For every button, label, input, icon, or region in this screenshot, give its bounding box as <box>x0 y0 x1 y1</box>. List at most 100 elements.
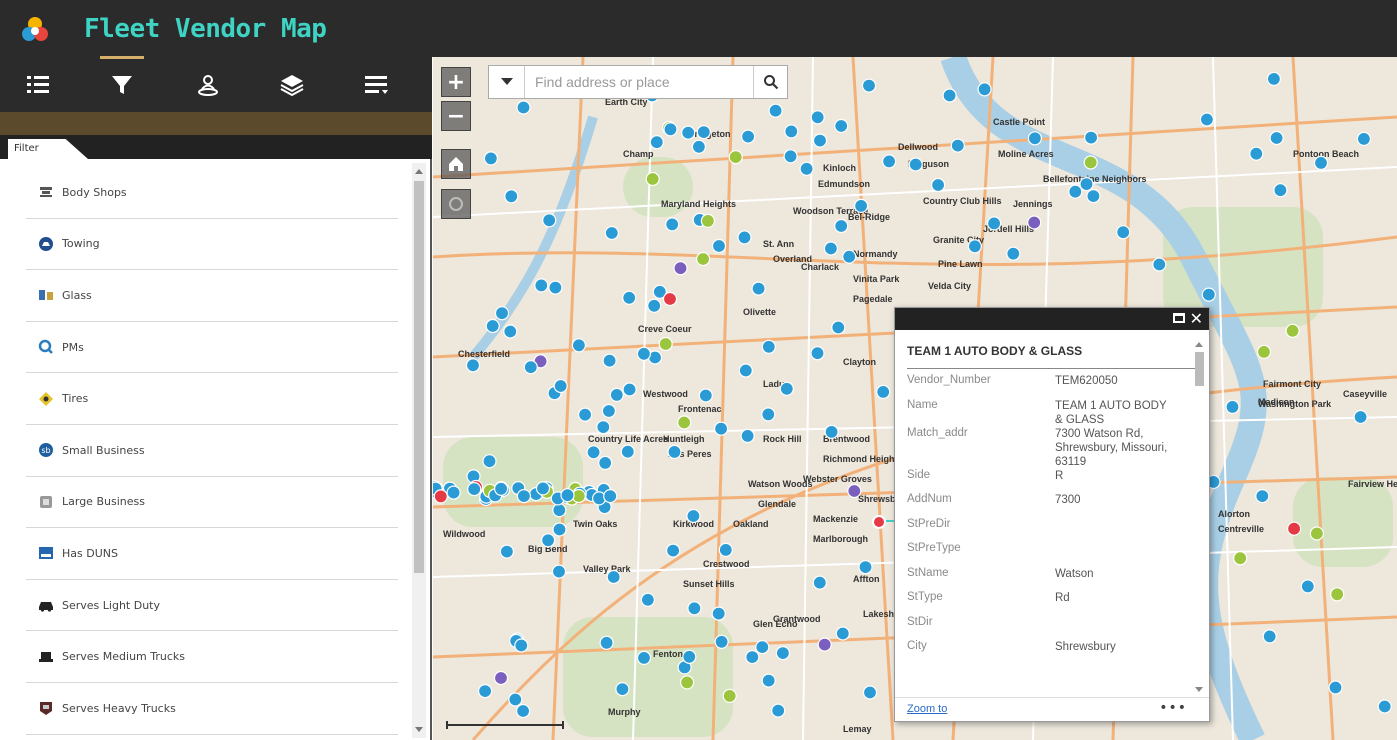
attribute-key: Name <box>907 398 938 411</box>
attribute-value: Rd <box>1055 592 1070 604</box>
zoom-to-link[interactable]: Zoom to <box>907 703 947 715</box>
vendor-marker <box>508 692 523 707</box>
filter-item-label: Large Business <box>62 495 145 509</box>
filter-item-serves-medium-trucks[interactable]: Serves Medium Trucks <box>26 631 398 683</box>
vendor-marker <box>1199 112 1215 127</box>
attribute-row: City Shrewsbury <box>907 640 1177 665</box>
search-source-dropdown[interactable] <box>489 66 525 98</box>
popup-scrollbar[interactable] <box>1193 336 1205 694</box>
vendor-marker <box>560 488 575 503</box>
pm-icon <box>38 339 54 355</box>
vendor-marker <box>740 428 755 443</box>
place-label: Mackenzie <box>813 514 858 524</box>
selected-vendor-marker[interactable] <box>872 515 886 529</box>
close-icon[interactable]: ✕ <box>1190 309 1203 328</box>
legend-button[interactable] <box>8 57 68 112</box>
filter-item-glass[interactable]: Glass <box>26 270 398 322</box>
vendor-marker <box>686 508 701 524</box>
layers-button[interactable] <box>262 57 322 112</box>
locate-button[interactable] <box>441 189 471 219</box>
vendor-marker <box>775 645 790 661</box>
vendor-marker <box>1083 155 1098 170</box>
vendor-marker <box>761 407 776 422</box>
search-button[interactable] <box>753 66 787 98</box>
place-label: Dellwood <box>898 142 938 152</box>
maximize-icon[interactable] <box>1173 313 1185 323</box>
place-label: Caseyville <box>1343 389 1387 399</box>
home-button[interactable] <box>441 149 471 179</box>
vendor-marker <box>779 381 794 396</box>
filter-item-has-duns[interactable]: Has DUNS <box>26 528 398 580</box>
place-label: Valley Park <box>583 564 632 574</box>
filter-item-serves-light-duty[interactable]: Serves Light Duty <box>26 580 398 632</box>
place-label: Watson Woods <box>748 479 813 489</box>
vendor-marker <box>1353 409 1368 425</box>
place-label: Alorton <box>1218 509 1250 519</box>
tab-filter[interactable]: Filter <box>8 139 88 159</box>
filter-item-tires[interactable]: Tires <box>26 373 398 425</box>
filter-item-pms[interactable]: PMs <box>26 322 398 374</box>
place-label: Kinloch <box>823 163 856 173</box>
more-actions-icon[interactable]: ••• <box>1159 700 1187 716</box>
vendor-marker <box>711 606 726 621</box>
people-pin-icon <box>198 74 218 96</box>
vendor-marker <box>1083 130 1099 145</box>
filter-item-small-business[interactable]: sb Small Business <box>26 425 398 477</box>
place-label: Glen Echo <box>753 619 798 629</box>
attribute-value <box>1055 542 1177 567</box>
caret-down-icon <box>500 78 513 85</box>
filter-item-large-business[interactable]: Large Business <box>26 477 398 529</box>
attribute-row: StType Rd <box>907 591 1177 616</box>
vendor-marker <box>662 291 678 307</box>
vendor-marker <box>601 403 616 419</box>
vendor-marker <box>1027 215 1042 230</box>
menu-button[interactable] <box>346 57 406 112</box>
vendor-marker <box>504 189 519 204</box>
zoom-out-button[interactable]: − <box>441 101 471 131</box>
filter-item-body-shops[interactable]: Body Shops <box>26 167 398 219</box>
scale-bar <box>446 721 564 729</box>
vendor-marker <box>1269 130 1284 146</box>
scroll-thumb[interactable] <box>414 181 424 573</box>
scroll-down-icon[interactable] <box>415 727 423 732</box>
attribute-row: StDir <box>907 616 1177 641</box>
vendor-marker <box>823 241 838 256</box>
popup-scroll-thumb[interactable] <box>1195 352 1204 386</box>
towing-icon <box>38 236 54 252</box>
vendor-marker <box>1273 183 1288 198</box>
popup-scroll-down-icon[interactable] <box>1195 687 1203 692</box>
glass-icon <box>38 287 54 303</box>
popup-titlebar: ✕ <box>895 308 1209 330</box>
vendor-marker <box>714 421 729 436</box>
vendor-marker <box>718 542 733 557</box>
filter-item-towing[interactable]: Towing <box>26 219 398 271</box>
zoom-in-button[interactable]: + <box>441 67 471 97</box>
vendor-marker <box>687 601 702 616</box>
place-label: Clayton <box>843 357 876 367</box>
vendor-marker <box>986 216 1002 231</box>
vendor-marker <box>553 378 568 394</box>
vendor-marker <box>640 592 655 607</box>
vendor-marker <box>810 110 825 125</box>
place-label: Oakland <box>733 519 769 529</box>
duns-icon <box>38 545 54 561</box>
scroll-up-icon[interactable] <box>415 169 423 174</box>
vendor-marker <box>834 118 849 134</box>
place-label: Normandy <box>853 249 898 259</box>
vendor-marker <box>810 346 825 361</box>
vendor-marker <box>1225 399 1240 414</box>
vendor-marker <box>485 318 500 334</box>
popup-scroll-up-icon[interactable] <box>1195 342 1203 347</box>
menu-lines-icon <box>365 75 388 94</box>
vendor-marker <box>494 306 510 321</box>
search-input[interactable] <box>525 66 753 98</box>
filter-item-serves-heavy-trucks[interactable]: Serves Heavy Trucks <box>26 683 398 735</box>
attribute-value <box>1055 518 1177 543</box>
filter-button[interactable] <box>92 56 152 112</box>
panel-scrollbar[interactable] <box>412 163 426 738</box>
vendor-marker <box>1006 246 1021 261</box>
vendor-locator-button[interactable] <box>178 57 238 112</box>
place-label: Murphy <box>608 707 641 717</box>
vendor-marker <box>1328 680 1343 695</box>
place-label: Moline Acres <box>998 149 1054 159</box>
